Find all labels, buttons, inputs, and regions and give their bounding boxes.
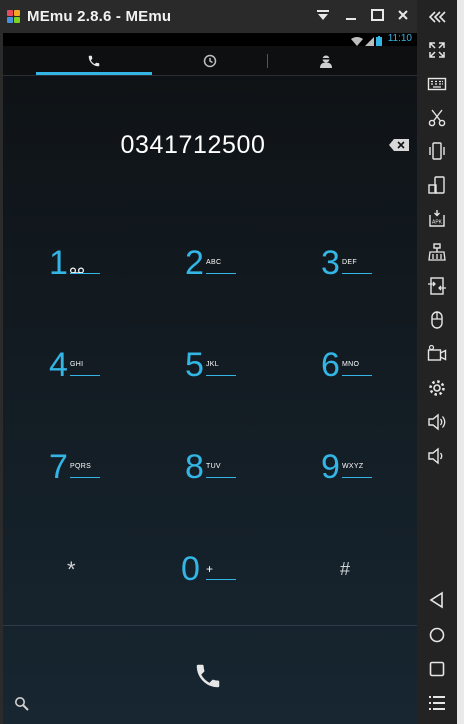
tab-recent[interactable] [152,46,268,75]
key-letters: PQRS [70,463,92,470]
mouse-icon[interactable] [427,310,447,330]
key-letters: MNO [342,361,360,368]
key-3[interactable]: 3 DEF [321,243,417,303]
key-underline [206,579,236,580]
key-letters: TUV [206,463,221,470]
dialer-tab-bar [3,46,417,76]
tab-contacts[interactable] [268,46,384,75]
key-underline [342,273,372,274]
recents-icon[interactable] [427,659,447,679]
key-digit: 0 [181,550,200,588]
key-digit: 9 [321,448,340,486]
key-7[interactable]: 7 PQRS [49,447,169,507]
key-underline [342,375,372,376]
transfer-icon[interactable] [427,276,447,296]
key-letters: ABC [206,259,222,266]
key-digit: 2 [185,244,204,282]
scissors-icon[interactable] [427,108,447,128]
search-icon[interactable] [14,696,29,716]
backspace-icon [389,138,409,155]
phone-icon [193,664,223,695]
status-bar: 11:10 [3,33,417,47]
settings-icon[interactable] [427,378,447,398]
divider [3,625,417,626]
back-icon[interactable] [427,590,447,610]
keyboard-icon[interactable] [427,74,447,94]
title-bar: MEmu 2.8.6 - MEmu [0,0,420,33]
key-0[interactable]: 0 + [181,549,301,609]
voicemail-icon [69,261,85,279]
key-star[interactable]: * [67,557,97,617]
clean-broom-icon[interactable] [427,242,447,262]
key-1[interactable]: 1 [49,243,169,303]
tab-dialpad[interactable] [36,46,152,75]
key-2[interactable]: 2 ABC [185,243,305,303]
key-digit: 8 [185,448,204,486]
home-icon[interactable] [427,625,447,645]
key-underline [342,477,372,478]
menu-icon[interactable] [427,693,447,713]
key-hash[interactable]: # [340,559,370,619]
tab-indicator [36,72,152,75]
key-letters: JKL [206,361,219,368]
volume-up-icon[interactable] [427,412,447,432]
collapse-icon[interactable] [427,7,447,27]
shake-icon[interactable] [427,141,447,161]
svg-text:APK: APK [432,220,443,226]
apk-install-icon[interactable]: APK [427,209,447,229]
key-digit: # [340,559,351,579]
key-9[interactable]: 9 WXYZ [321,447,417,507]
key-digit: 1 [49,244,68,282]
key-underline [206,477,236,478]
key-digit: 7 [49,448,68,486]
emulator-toolbar: APK [417,0,457,724]
fullscreen-icon[interactable] [427,40,447,60]
dropdown-menu-button[interactable] [312,6,334,28]
android-screen: 11:10 0341712500 1 2 ABC 3 DEF 4 GHI 5 J… [3,33,417,724]
rotate-icon[interactable] [427,175,447,195]
key-letters: GHI [70,361,84,368]
window-title: MEmu 2.8.6 - MEmu [27,8,172,25]
key-digit: 5 [185,346,204,384]
key-digit: 6 [321,346,340,384]
maximize-button[interactable] [366,6,388,28]
dialed-number: 0341712500 [120,131,266,159]
key-6[interactable]: 6 MNO [321,345,417,405]
memu-logo-icon [7,10,20,23]
key-digit: 3 [321,244,340,282]
window-edge [457,0,464,724]
status-time: 11:10 [387,33,412,44]
key-letters: WXYZ [342,463,364,470]
key-8[interactable]: 8 TUV [185,447,305,507]
call-button[interactable] [193,661,225,691]
key-underline [206,273,236,274]
close-button[interactable] [392,6,414,28]
backspace-button[interactable] [389,138,411,152]
key-underline [70,375,100,376]
volume-down-icon[interactable] [427,446,447,466]
record-video-icon[interactable] [427,344,447,364]
key-digit: 4 [49,346,68,384]
key-underline [70,477,100,478]
key-letters: DEF [342,259,357,266]
key-underline [206,375,236,376]
minimize-button[interactable] [340,6,362,28]
key-digit: * [67,557,76,582]
key-4[interactable]: 4 GHI [49,345,169,405]
key-underline [70,273,100,274]
key-letters: + [206,562,214,576]
key-5[interactable]: 5 JKL [185,345,305,405]
